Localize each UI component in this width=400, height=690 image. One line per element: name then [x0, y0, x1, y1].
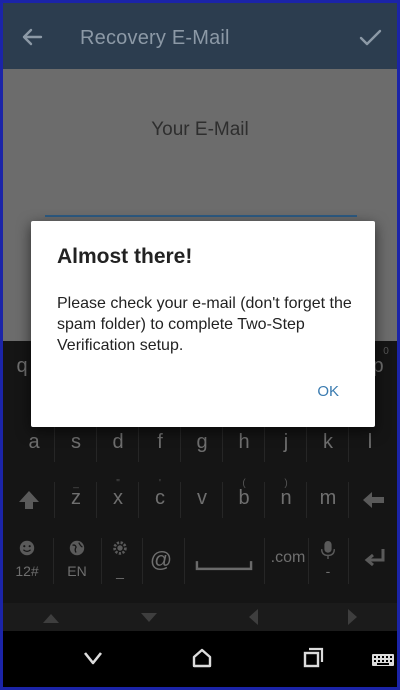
space-icon [195, 561, 253, 571]
keyboard-row-3: _ z " x ' c v (b ) n m [3, 473, 397, 527]
keyboard-icon[interactable] [371, 643, 395, 673]
arrow-back-icon[interactable] [17, 22, 47, 52]
arrow-down-icon[interactable] [139, 612, 159, 624]
at-key[interactable]: @ [141, 529, 181, 595]
recent-apps-icon[interactable] [297, 643, 329, 673]
voice-key[interactable]: - [309, 529, 347, 595]
enter-key[interactable] [351, 529, 395, 595]
app-bar: Recovery E-Mail [3, 3, 397, 69]
space-key[interactable] [185, 529, 263, 595]
emoji-mode-key[interactable]: 12# [5, 529, 49, 595]
email-field[interactable] [45, 197, 357, 217]
arrow-left-icon[interactable] [247, 607, 259, 627]
microphone-icon [320, 541, 336, 559]
shift-icon [19, 491, 39, 509]
confirmation-dialog: Almost there! Please check your e-mail (… [31, 221, 375, 427]
chevron-down-icon[interactable] [77, 643, 109, 673]
enter-icon [364, 549, 385, 567]
ok-button[interactable]: OK [317, 383, 339, 400]
cursor-arrow-row [3, 603, 397, 631]
globe-icon [69, 540, 85, 556]
keyboard-row-4: 12# EN _ @ .com - [3, 529, 397, 595]
gear-icon [113, 541, 127, 555]
dialog-message: Please check your e-mail (don't forget t… [57, 295, 352, 354]
check-icon[interactable] [355, 22, 385, 52]
page-title: Recovery E-Mail [80, 27, 230, 49]
dialog-title: Almost there! [57, 245, 193, 268]
dotcom-key[interactable]: .com [265, 529, 311, 595]
shift-key[interactable] [7, 473, 51, 527]
home-icon[interactable] [186, 643, 218, 673]
backspace-key[interactable] [351, 473, 395, 527]
language-key[interactable]: EN [55, 529, 99, 595]
arrow-right-icon[interactable] [347, 607, 359, 627]
key-x[interactable]: " x [99, 473, 137, 527]
key-v[interactable]: v [183, 473, 221, 527]
key-b[interactable]: (b [225, 473, 263, 527]
backspace-icon [363, 492, 384, 508]
key-c[interactable]: ' c [141, 473, 179, 527]
arrow-up-icon[interactable] [41, 612, 61, 624]
key-z[interactable]: _ z [57, 473, 95, 527]
settings-key[interactable]: _ [99, 529, 141, 595]
system-nav-bar [3, 631, 397, 687]
emoji-icon [19, 540, 35, 556]
email-field-label: Your E-Mail [151, 119, 249, 140]
key-n[interactable]: ) n [267, 473, 305, 527]
screen: Recovery E-Mail Your E-Mail q 0 p a s d [0, 0, 400, 690]
key-m[interactable]: m [309, 473, 347, 527]
